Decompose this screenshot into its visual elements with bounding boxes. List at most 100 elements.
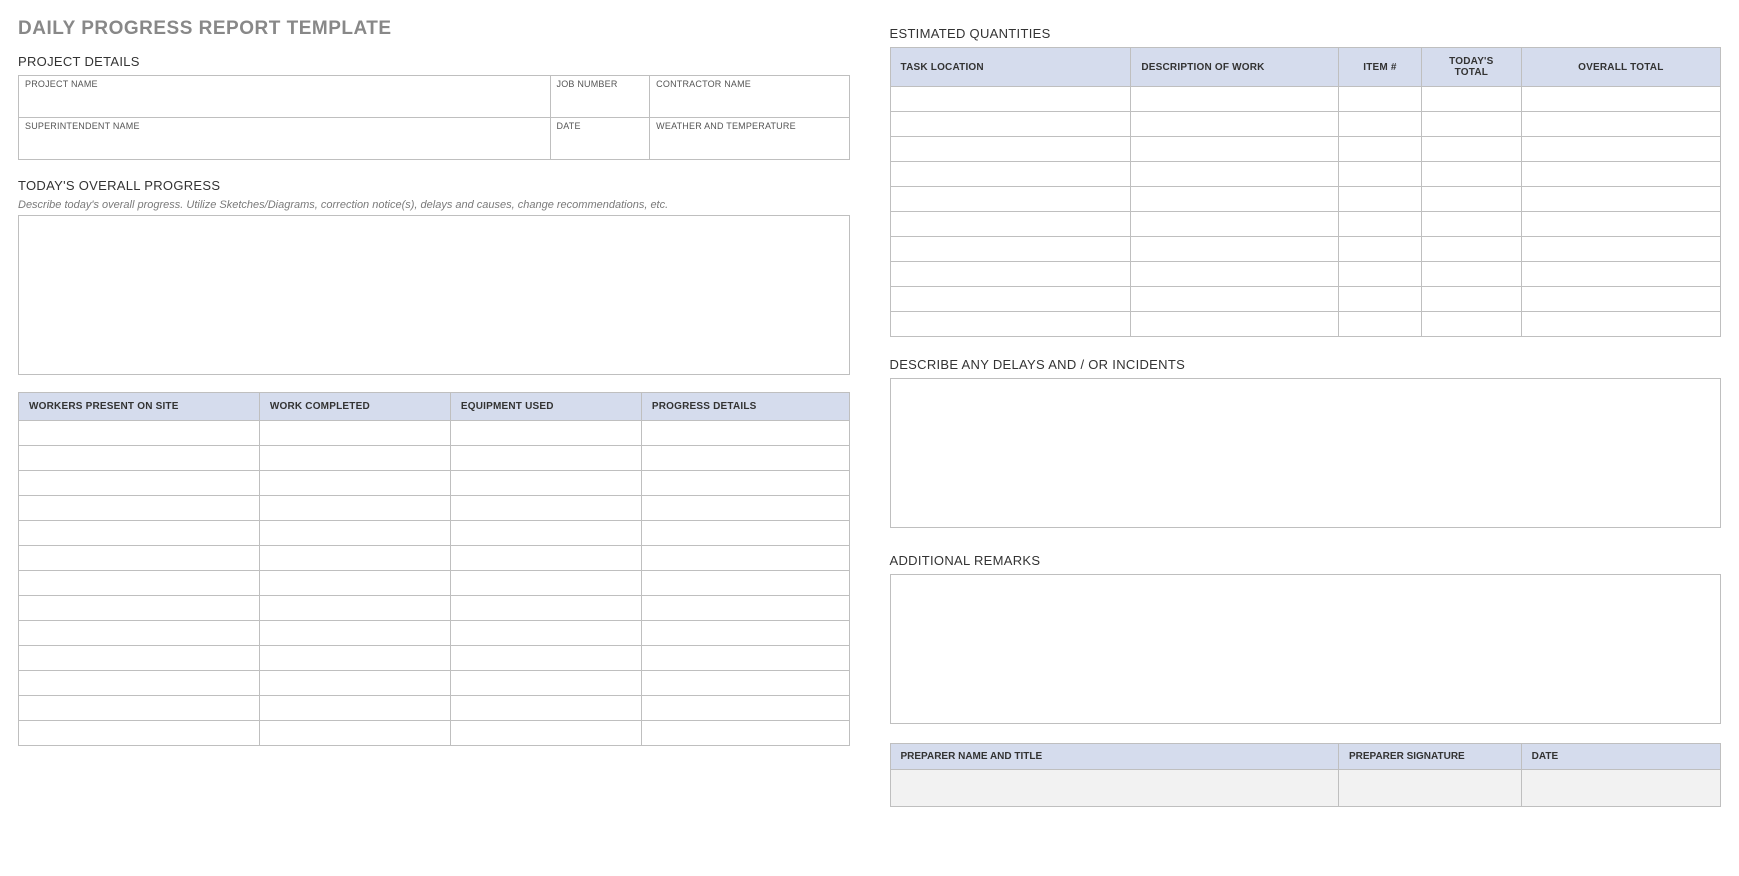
table-cell-input[interactable] xyxy=(1131,187,1338,211)
remarks-textarea[interactable] xyxy=(890,574,1722,724)
table-cell-input[interactable] xyxy=(891,87,1131,111)
table-cell-input[interactable] xyxy=(642,446,849,470)
table-cell-input[interactable] xyxy=(451,696,641,720)
table-cell-input[interactable] xyxy=(260,496,450,520)
table-cell-input[interactable] xyxy=(1339,137,1421,161)
table-cell-input[interactable] xyxy=(1131,137,1338,161)
table-cell-input[interactable] xyxy=(19,421,259,445)
date-input[interactable] xyxy=(551,131,650,159)
table-cell-input[interactable] xyxy=(451,621,641,645)
table-cell-input[interactable] xyxy=(891,237,1131,261)
table-cell-input[interactable] xyxy=(1131,162,1338,186)
table-cell-input[interactable] xyxy=(891,212,1131,236)
table-cell-input[interactable] xyxy=(260,621,450,645)
table-cell-input[interactable] xyxy=(260,446,450,470)
table-cell-input[interactable] xyxy=(19,496,259,520)
table-cell-input[interactable] xyxy=(1522,187,1720,211)
table-cell-input[interactable] xyxy=(260,696,450,720)
table-cell-input[interactable] xyxy=(891,187,1131,211)
table-cell-input[interactable] xyxy=(451,596,641,620)
table-cell-input[interactable] xyxy=(642,571,849,595)
table-cell-input[interactable] xyxy=(1131,262,1338,286)
table-cell-input[interactable] xyxy=(1131,112,1338,136)
table-cell-input[interactable] xyxy=(19,471,259,495)
table-cell-input[interactable] xyxy=(260,471,450,495)
table-cell-input[interactable] xyxy=(19,696,259,720)
weather-input[interactable] xyxy=(650,131,848,159)
table-cell-input[interactable] xyxy=(1422,162,1521,186)
table-cell-input[interactable] xyxy=(642,721,849,745)
table-cell-input[interactable] xyxy=(19,721,259,745)
table-cell-input[interactable] xyxy=(1522,212,1720,236)
table-cell-input[interactable] xyxy=(1339,212,1421,236)
table-cell-input[interactable] xyxy=(1422,137,1521,161)
table-cell-input[interactable] xyxy=(642,421,849,445)
table-cell-input[interactable] xyxy=(891,262,1131,286)
job-number-input[interactable] xyxy=(551,89,650,117)
table-cell-input[interactable] xyxy=(1339,187,1421,211)
table-cell-input[interactable] xyxy=(1131,212,1338,236)
table-cell-input[interactable] xyxy=(1131,237,1338,261)
table-cell-input[interactable] xyxy=(451,421,641,445)
table-cell-input[interactable] xyxy=(19,621,259,645)
table-cell-input[interactable] xyxy=(19,671,259,695)
superintendent-name-input[interactable] xyxy=(19,131,550,159)
table-cell-input[interactable] xyxy=(451,571,641,595)
table-cell-input[interactable] xyxy=(1522,87,1720,111)
table-cell-input[interactable] xyxy=(19,521,259,545)
table-cell-input[interactable] xyxy=(19,446,259,470)
table-cell-input[interactable] xyxy=(260,596,450,620)
table-cell-input[interactable] xyxy=(1422,187,1521,211)
table-cell-input[interactable] xyxy=(19,646,259,670)
table-cell-input[interactable] xyxy=(1131,312,1338,336)
project-name-input[interactable] xyxy=(19,89,550,117)
table-cell-input[interactable] xyxy=(451,446,641,470)
table-cell-input[interactable] xyxy=(260,646,450,670)
table-cell-input[interactable] xyxy=(1422,262,1521,286)
table-cell-input[interactable] xyxy=(642,696,849,720)
table-cell-input[interactable] xyxy=(891,287,1131,311)
table-cell-input[interactable] xyxy=(1522,262,1720,286)
table-cell-input[interactable] xyxy=(891,137,1131,161)
table-cell-input[interactable] xyxy=(642,521,849,545)
table-cell-input[interactable] xyxy=(1131,287,1338,311)
table-cell-input[interactable] xyxy=(260,546,450,570)
table-cell-input[interactable] xyxy=(451,521,641,545)
delays-textarea[interactable] xyxy=(890,378,1722,528)
overall-progress-textarea[interactable] xyxy=(18,215,850,375)
table-cell-input[interactable] xyxy=(260,521,450,545)
table-cell-input[interactable] xyxy=(1422,212,1521,236)
table-cell-input[interactable] xyxy=(19,596,259,620)
table-cell-input[interactable] xyxy=(260,721,450,745)
table-cell-input[interactable] xyxy=(1339,112,1421,136)
table-cell-input[interactable] xyxy=(642,471,849,495)
table-cell-input[interactable] xyxy=(451,671,641,695)
table-cell-input[interactable] xyxy=(260,571,450,595)
table-cell-input[interactable] xyxy=(1522,112,1720,136)
signoff-date-input[interactable] xyxy=(1522,770,1720,806)
table-cell-input[interactable] xyxy=(451,721,641,745)
table-cell-input[interactable] xyxy=(642,496,849,520)
table-cell-input[interactable] xyxy=(1422,87,1521,111)
table-cell-input[interactable] xyxy=(1339,162,1421,186)
table-cell-input[interactable] xyxy=(891,312,1131,336)
table-cell-input[interactable] xyxy=(451,471,641,495)
table-cell-input[interactable] xyxy=(19,546,259,570)
table-cell-input[interactable] xyxy=(1339,312,1421,336)
table-cell-input[interactable] xyxy=(891,112,1131,136)
table-cell-input[interactable] xyxy=(1339,237,1421,261)
table-cell-input[interactable] xyxy=(1522,312,1720,336)
table-cell-input[interactable] xyxy=(642,671,849,695)
table-cell-input[interactable] xyxy=(1422,237,1521,261)
table-cell-input[interactable] xyxy=(1522,162,1720,186)
table-cell-input[interactable] xyxy=(1422,287,1521,311)
table-cell-input[interactable] xyxy=(1131,87,1338,111)
table-cell-input[interactable] xyxy=(1339,87,1421,111)
table-cell-input[interactable] xyxy=(451,496,641,520)
table-cell-input[interactable] xyxy=(19,571,259,595)
table-cell-input[interactable] xyxy=(642,546,849,570)
table-cell-input[interactable] xyxy=(642,621,849,645)
table-cell-input[interactable] xyxy=(1422,312,1521,336)
signoff-signature-input[interactable] xyxy=(1339,770,1521,806)
table-cell-input[interactable] xyxy=(642,596,849,620)
